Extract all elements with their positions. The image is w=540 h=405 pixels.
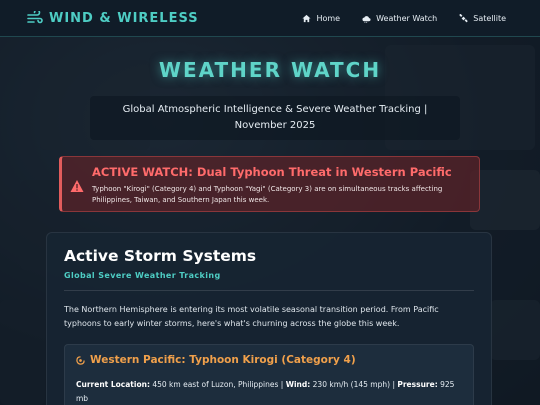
nav-home-label: Home bbox=[316, 13, 341, 23]
alert-content: ACTIVE WATCH: Dual Typhoon Threat in Wes… bbox=[92, 165, 469, 206]
nav-weather-watch[interactable]: Weather Watch bbox=[362, 14, 437, 23]
wind-value: 230 km/h (145 mph) bbox=[312, 380, 391, 389]
location-label: Current Location: bbox=[76, 380, 150, 389]
separator: | bbox=[280, 380, 284, 389]
satellite-icon bbox=[459, 13, 469, 22]
storm-details: Current Location: 450 km east of Luzon, … bbox=[76, 378, 462, 405]
nav-links: Home Weather Watch Satellite bbox=[302, 13, 530, 23]
divider bbox=[64, 290, 474, 291]
separator: | bbox=[392, 380, 395, 389]
home-icon bbox=[302, 14, 312, 22]
brand-name: WIND & WIRELESS bbox=[49, 10, 199, 26]
cloud-icon bbox=[362, 15, 371, 23]
page-title: WEATHER WATCH bbox=[158, 58, 382, 82]
nav-satellite-label: Satellite bbox=[473, 13, 506, 23]
section-title: Active Storm Systems bbox=[64, 247, 257, 265]
warning-icon bbox=[70, 180, 84, 192]
brand[interactable]: WIND & WIRELESS bbox=[27, 11, 199, 26]
section-subtitle: Global Severe Weather Tracking bbox=[64, 271, 221, 280]
top-navbar: WIND & WIRELESS Home Weather Watch Satel… bbox=[0, 0, 540, 37]
wind-label: Wind: bbox=[285, 380, 311, 389]
nav-satellite[interactable]: Satellite bbox=[459, 13, 506, 23]
alert-title: ACTIVE WATCH: Dual Typhoon Threat in Wes… bbox=[92, 165, 452, 179]
cyclone-icon bbox=[76, 355, 85, 365]
page-subtitle: Global Atmospheric Intelligence & Severe… bbox=[90, 96, 460, 140]
section-intro: The Northern Hemisphere is entering its … bbox=[64, 305, 439, 328]
active-storms-section: Active Storm Systems Global Severe Weath… bbox=[46, 232, 492, 405]
storm-card-kirogi: Western Pacific: Typhoon Kirogi (Categor… bbox=[64, 344, 474, 405]
location-value: 450 km east of Luzon, Philippines bbox=[152, 380, 279, 389]
wind-icon bbox=[27, 11, 43, 24]
nav-home[interactable]: Home bbox=[302, 14, 340, 23]
storm-title: Western Pacific: Typhoon Kirogi (Categor… bbox=[90, 354, 356, 366]
active-watch-alert: ACTIVE WATCH: Dual Typhoon Threat in Wes… bbox=[59, 156, 480, 212]
storm-heading: Western Pacific: Typhoon Kirogi (Categor… bbox=[76, 354, 462, 366]
nav-weather-watch-label: Weather Watch bbox=[376, 13, 438, 23]
alert-text: Typhoon "Kirogi" (Category 4) and Typhoo… bbox=[92, 185, 443, 204]
pressure-label: Pressure: bbox=[397, 380, 438, 389]
